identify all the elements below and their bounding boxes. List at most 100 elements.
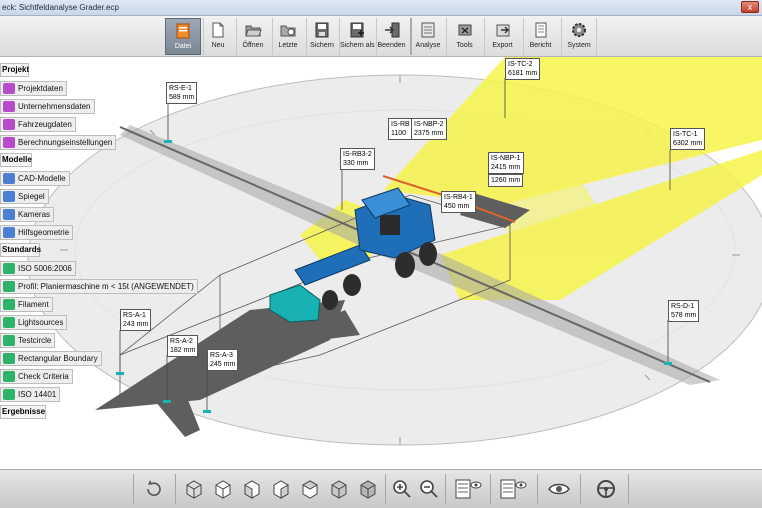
tree-item-berechnungseinstellungen[interactable]: Berechnungseinstellungen <box>0 135 117 150</box>
toolbar-button-analyse[interactable]: Analyse <box>410 18 444 55</box>
standard-icon <box>3 263 15 274</box>
toolbar-button-bericht[interactable]: Bericht <box>523 18 557 55</box>
measurement-name: RS-A-1 <box>123 312 146 319</box>
toolbar-button-export[interactable]: Export <box>484 18 520 55</box>
tree-category-standards[interactable]: Standards <box>0 243 41 257</box>
toolbar-label: System <box>567 42 591 49</box>
separator <box>580 474 581 504</box>
check-icon <box>3 371 15 382</box>
tree-category-modelle[interactable]: Modelle <box>0 153 32 167</box>
measurement-name: IS-RB <box>391 121 410 128</box>
measurement-name: RS-D-1 <box>671 303 695 310</box>
separator <box>445 474 446 504</box>
measurement-label[interactable]: RS-A-2 182 mm <box>167 335 199 357</box>
measurement-label[interactable]: IS-TC-1 6302 mm <box>670 128 706 150</box>
rotate-icon[interactable] <box>140 474 166 504</box>
tree-item-testcircle[interactable]: Testcircle <box>0 333 56 348</box>
tree-item-label: Profil: Planiermaschine m < 15t (ANGEWEN… <box>18 282 194 291</box>
tree-item-label: Rectangular Boundary <box>18 354 98 363</box>
tree-item-hilfsgeometrie[interactable]: Hilfsgeometrie <box>0 225 74 240</box>
toolbar-button-tools[interactable]: Tools <box>446 18 482 55</box>
tree-item-filament[interactable]: Filament <box>0 297 53 312</box>
view-cube-right-icon[interactable] <box>268 474 294 504</box>
measurement-value: 330 mm <box>343 160 369 167</box>
window-title: eck: Sichtfeldanalyse Grader.ecp <box>2 3 119 12</box>
toolbar-button-datei[interactable]: Datei <box>165 18 201 55</box>
tree-item-label: CAD-Modelle <box>18 174 66 183</box>
toolbar-button-sichern-als[interactable]: Sichern als <box>339 18 375 55</box>
tree-item-label: Testcircle <box>18 336 52 345</box>
zoom-in-icon[interactable] <box>389 474 415 504</box>
toolbar-button-system[interactable]: System <box>561 18 597 55</box>
toolbar-label: Neu <box>211 42 225 49</box>
tree-item-fahrzeugdaten[interactable]: Fahrzeugdaten <box>0 117 76 132</box>
measurement-label[interactable]: RS-A-3 245 mm <box>207 349 239 371</box>
tree-item-label: Filament <box>18 300 49 309</box>
view-cube-left-icon[interactable] <box>239 474 265 504</box>
report-icon <box>535 22 546 38</box>
toolbar-label: Sichern <box>310 42 334 49</box>
scene-render <box>27 57 762 446</box>
toolbar-button-neu[interactable]: Neu <box>203 18 232 55</box>
toolbar-button-letzte[interactable]: Letzte <box>272 18 303 55</box>
tree-item-projektdaten[interactable]: Projektdaten <box>0 81 67 96</box>
tree-item-check-criteria[interactable]: Check Criteria <box>0 369 73 384</box>
measurement-label[interactable]: IS-RB3-2 330 mm <box>340 148 375 170</box>
new-document-icon <box>212 22 224 38</box>
tree-item-iso-5006[interactable]: ISO 5006:2006 <box>0 261 76 276</box>
measurement-label[interactable]: RS-E-1 589 mm <box>166 82 198 104</box>
toolbar-button-sichern[interactable]: Sichern <box>306 18 337 55</box>
3d-viewport[interactable]: RS-E-1 589 mm IS-TC-2 6181 mm IS-RB 1100… <box>0 57 762 469</box>
view-cube-iso-icon[interactable] <box>355 474 381 504</box>
measurement-label[interactable]: RS-D-1 578 mm <box>668 300 700 322</box>
measurement-label[interactable]: IS-NBP-1 2415 mm <box>488 152 524 174</box>
company-icon <box>3 101 15 112</box>
close-button[interactable]: x <box>741 1 759 13</box>
model-visibility-icon[interactable] <box>497 474 529 504</box>
steering-wheel-icon[interactable] <box>593 474 619 504</box>
toolbar-label: Export <box>492 42 513 49</box>
toolbar-button-beenden[interactable]: Beenden <box>376 18 406 55</box>
measurement-label[interactable]: IS-NBP-2 2375 mm <box>411 118 447 140</box>
toolbar-label: Tools <box>456 42 473 49</box>
layer-visibility-icon[interactable] <box>452 474 484 504</box>
view-cube-front-icon[interactable] <box>181 474 207 504</box>
measurement-label[interactable]: IS-RB4-1 450 mm <box>441 191 476 213</box>
tree-item-label: ISO 5006:2006 <box>18 264 72 273</box>
tree-item-profil[interactable]: Profil: Planiermaschine m < 15t (ANGEWEN… <box>0 279 198 294</box>
eye-icon[interactable] <box>546 474 572 504</box>
tree-item-kameras[interactable]: Kameras <box>0 207 55 222</box>
measurement-value: 245 mm <box>210 361 236 368</box>
separator <box>490 474 491 504</box>
zoom-out-icon[interactable] <box>416 474 442 504</box>
tree-category-projekt[interactable]: Projekt <box>0 63 29 77</box>
tree-item-iso-14401[interactable]: ISO 14401 <box>0 387 61 402</box>
tree-category-ergebnisse[interactable]: Ergebnisse <box>0 405 46 419</box>
tree-item-rectangular-boundary[interactable]: Rectangular Boundary <box>0 351 102 366</box>
measurement-name: IS-TC-2 <box>508 61 533 68</box>
tree-item-label: Projektdaten <box>18 84 63 93</box>
tree-item-label: Lightsources <box>18 318 64 327</box>
measurement-label[interactable]: IS-TC-2 6181 mm <box>505 58 541 80</box>
tree-item-cad-modelle[interactable]: CAD-Modelle <box>0 171 70 186</box>
tree-item-unternehmensdaten[interactable]: Unternehmensdaten <box>0 99 95 114</box>
tree-item-spiegel[interactable]: Spiegel <box>0 189 49 204</box>
view-cube-top-icon[interactable] <box>297 474 323 504</box>
view-cube-back-icon[interactable] <box>210 474 236 504</box>
measurement-name: IS-RB4-1 <box>444 194 473 201</box>
tools-icon <box>458 24 471 36</box>
measurement-label[interactable]: RS-A-1 243 mm <box>120 309 152 331</box>
toolbar-label: Bericht <box>529 42 552 49</box>
separator <box>628 474 629 504</box>
tree-item-label: Hilfsgeometrie <box>18 228 70 237</box>
view-cube-bottom-icon[interactable] <box>326 474 352 504</box>
tree-item-lightsources[interactable]: Lightsources <box>0 315 68 330</box>
recent-folder-icon <box>280 25 296 37</box>
measurement-value: 243 mm <box>123 321 149 328</box>
measurement-label[interactable]: IS-RB 1100 <box>388 118 413 140</box>
measurement-value: 182 mm <box>170 347 196 354</box>
save-icon <box>315 22 329 38</box>
measurement-label[interactable]: 1260 mm <box>488 174 524 187</box>
measurement-name: IS-TC-1 <box>673 131 698 138</box>
toolbar-button-oeffnen[interactable]: Öffnen <box>236 18 269 55</box>
